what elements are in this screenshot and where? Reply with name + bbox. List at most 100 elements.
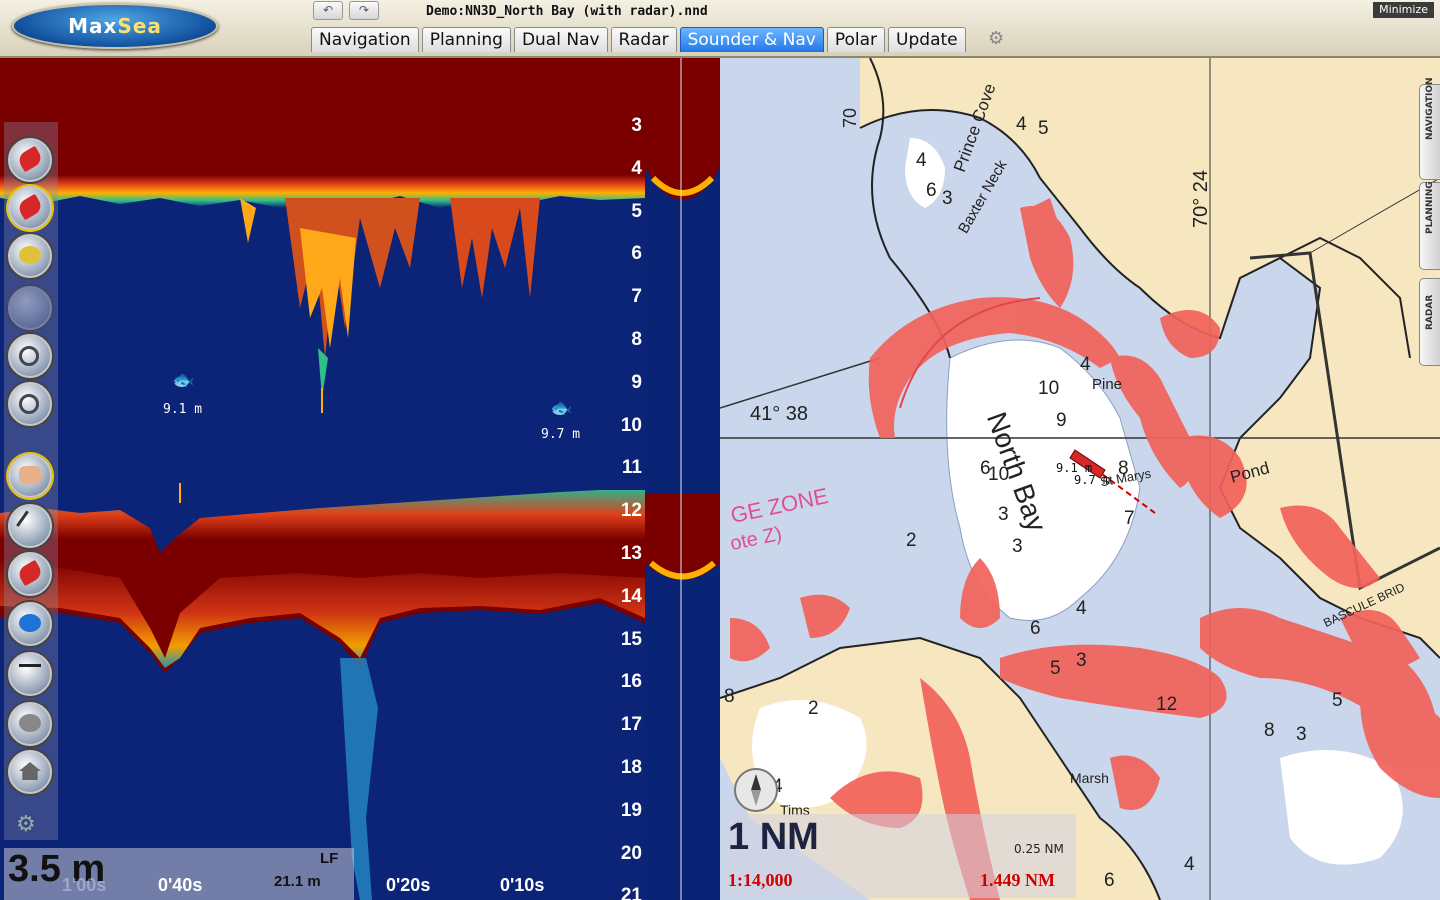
depth-line-icon[interactable] [8, 652, 52, 696]
sounding-value: 3 [942, 188, 953, 209]
sounding-value: 8 [724, 686, 735, 707]
fish-icon: 🐟 [172, 370, 195, 391]
longitude-label-west: 70 [840, 107, 860, 128]
fish-depth-label: 9.7 m [541, 427, 581, 442]
depth-tick-label: 15 [620, 628, 642, 650]
sounding-value: 10 [1038, 378, 1060, 399]
sounding-value: 6 [1104, 870, 1115, 891]
depth-tick-label: 8 [631, 329, 642, 350]
workspace-settings-icon[interactable]: ⚙ [988, 28, 1004, 49]
sounding-value: 4 [1080, 354, 1091, 375]
disabled-tool-icon [8, 286, 52, 330]
latitude-label: 41° 38 [750, 403, 809, 425]
boat-tool-icon[interactable] [8, 138, 52, 182]
undo-icon: ↶ [322, 3, 334, 17]
depth-tick-label: 4 [631, 157, 642, 179]
tab-sounder-nav[interactable]: Sounder & Nav [679, 27, 824, 52]
surface-return [0, 58, 645, 208]
tab-polar[interactable]: Polar [826, 27, 886, 52]
depth-tick-label: 17 [620, 714, 642, 736]
sounding-value: 5 [1050, 658, 1061, 679]
depth-tick-label: 19 [620, 799, 642, 821]
sounding-value: 8 [1118, 458, 1129, 479]
sounding-value: 4 [1076, 598, 1087, 619]
scale-bar-label: 1 NM [728, 816, 819, 858]
time-label: 0'10s [500, 875, 545, 895]
sounding-value: 3 [1296, 724, 1307, 745]
sounding-value: 2 [808, 698, 819, 719]
fish-icon: 🐟 [550, 398, 573, 419]
maxsea-logo: Max Sea [12, 3, 218, 49]
zoom-out-icon[interactable] [8, 382, 52, 426]
logo-text-max: Max [68, 14, 118, 38]
time-label: 1'00s [62, 875, 107, 895]
side-tab-navigation[interactable]: NAVIGATION [1419, 77, 1440, 180]
sounding-value: 4 [1184, 854, 1195, 875]
minimize-button[interactable]: Minimize [1373, 2, 1434, 18]
undo-button[interactable]: ↶ [313, 1, 343, 20]
logo-text-sea: Sea [117, 14, 162, 38]
title-bar: Max Sea ↶ ↷ Demo:NN3D_North Bay (with rad… [0, 0, 1440, 58]
sounding-value: 12 [1156, 694, 1178, 715]
chart-scale-ratio: 1:14,000 [728, 870, 793, 890]
redo-button[interactable]: ↷ [349, 1, 379, 20]
scale-panel: 1 NM 0.25 NM 1:14,000 1.449 NM [724, 814, 1076, 898]
tab-update[interactable]: Update [888, 27, 966, 52]
a-scope-bar [645, 58, 720, 900]
document-title: Demo:NN3D_North Bay (with radar).nnd [426, 4, 708, 19]
sounding-value: 7 [1124, 508, 1135, 529]
echogram[interactable] [0, 58, 645, 900]
settings-gears-icon[interactable]: ⚙ [16, 812, 36, 837]
depth-tick-label: 6 [631, 243, 642, 265]
tab-navigation[interactable]: Navigation [311, 27, 419, 52]
side-tab-label: PLANNING [1425, 181, 1435, 234]
radar-boat-tool-icon[interactable] [8, 234, 52, 278]
sounding-value: 3 [1076, 650, 1087, 671]
sounding-value: 10 [988, 464, 1010, 485]
time-label: 0'40s [158, 875, 203, 895]
depth-tick-label: 18 [620, 757, 642, 778]
tab-planning[interactable]: Planning [421, 27, 511, 52]
boat-center-tool-icon[interactable] [8, 186, 52, 230]
sounding-value: 2 [906, 530, 917, 551]
boat-depth-label: 9.7 m [1074, 473, 1111, 487]
mark-tool-icon[interactable] [8, 602, 52, 646]
scale-minor-label: 0.25 NM [1014, 842, 1064, 856]
place-pine: Pine [1092, 376, 1123, 393]
depth-tick-label: 16 [620, 671, 642, 693]
home-tool-icon[interactable] [8, 750, 52, 794]
sounding-value: 4 [1016, 114, 1027, 135]
north-compass-icon[interactable] [734, 768, 778, 812]
tab-dual-nav[interactable]: Dual Nav [513, 27, 608, 52]
frequency-mode: LF [320, 850, 339, 867]
depth-tick-label: 3 [631, 115, 642, 136]
sounding-value: 9 [1056, 410, 1067, 431]
max-depth: 21.1 m [274, 873, 321, 890]
side-tab-label: RADAR [1425, 294, 1435, 330]
side-tab-radar[interactable]: RADAR [1419, 278, 1440, 366]
depth-tick-label: 10 [620, 414, 642, 436]
redo-icon: ↷ [358, 3, 370, 17]
measure-tool-icon[interactable] [8, 504, 52, 548]
depth-tick-label: 20 [620, 842, 642, 864]
chart-pane[interactable]: Prince Cove Baxter Neck North Bay Pine S… [720, 58, 1440, 900]
depth-tick-label: 11 [621, 457, 642, 479]
pan-hand-icon[interactable] [8, 454, 52, 498]
tab-radar[interactable]: Radar [610, 27, 677, 52]
fish-depth-label: 9.1 m [163, 402, 203, 417]
sounding-value: 3 [998, 504, 1009, 525]
sounding-value: 3 [1012, 536, 1023, 557]
side-tab-planning[interactable]: PLANNING [1419, 181, 1440, 270]
depth-tick-label: 14 [620, 585, 642, 607]
time-label: 0'20s [386, 875, 431, 895]
echo-sounder-pane[interactable]: 3 4 5 6 7 8 9 10 11 12 13 14 15 16 17 18 19 20 21 🐟 9.1 m … [0, 58, 720, 900]
chart-range: 1.449 NM [980, 870, 1055, 890]
depth-tick-label: 5 [631, 200, 642, 222]
sounding-value: 6 [1030, 618, 1041, 639]
depth-tick-label: 12 [620, 500, 642, 522]
zoom-in-icon[interactable] [8, 334, 52, 378]
gain-tool-icon[interactable] [8, 702, 52, 746]
depth-tick-label: 13 [620, 543, 642, 564]
boat-sounder-icon[interactable] [8, 552, 52, 596]
sounding-value: 5 [1332, 690, 1343, 711]
